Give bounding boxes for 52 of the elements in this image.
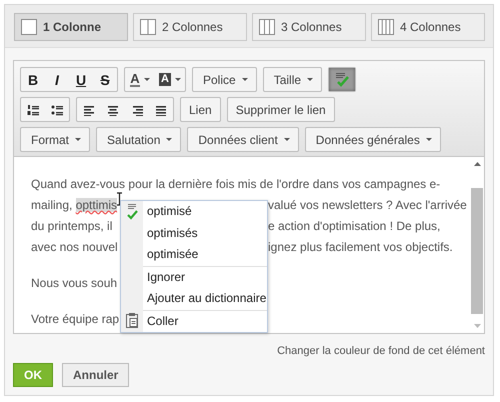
columns-icon — [21, 19, 37, 35]
text-color-button[interactable]: A — [125, 68, 155, 91]
ordered-list-icon — [27, 104, 39, 116]
text-line: e action d'optimisation ! De plus, — [268, 218, 442, 235]
menu-item[interactable]: Ajouter au dictionnaire — [143, 288, 267, 310]
justify-icon — [155, 104, 167, 116]
align-left-icon — [83, 104, 95, 116]
text-line: Votre équipe rap — [31, 312, 120, 326]
align-right-icon — [131, 104, 143, 116]
align-center-icon — [107, 104, 119, 116]
dropdown-button[interactable]: Données client — [188, 128, 298, 151]
menu-item[interactable]: optimisés — [143, 222, 267, 244]
dropdown-button[interactable]: Police — [193, 68, 256, 91]
layout-tab[interactable]: 2 Colonnes — [133, 13, 247, 41]
layout-tab[interactable]: 1 Colonne — [14, 13, 128, 41]
text-line: avec nos nouvel — [31, 240, 118, 254]
spellcheck-icon — [125, 203, 139, 221]
text-line: Nous vous souh — [31, 276, 118, 290]
text-line: ignez plus facilement vos objectifs. — [268, 239, 454, 256]
menu-item[interactable]: Ignorer — [143, 266, 267, 288]
dropdown-button[interactable]: Données générales — [306, 128, 440, 151]
toolbar-button[interactable]: Lien — [181, 98, 220, 121]
strike-button[interactable]: S — [93, 68, 117, 91]
scroll-thumb[interactable] — [471, 188, 483, 314]
columns-icon — [259, 19, 275, 35]
dropdown-button[interactable]: Salutation — [97, 128, 180, 151]
background-color-link[interactable]: Changer la couleur de fond de cet élément — [277, 345, 485, 357]
highlight-color-button[interactable]: A — [155, 68, 185, 91]
dropdown-button[interactable]: Taille — [264, 68, 322, 91]
italic-button[interactable]: I — [45, 68, 69, 91]
text-line: Quand avez-vous pour la dernière fois mis de l'ordre dans vos campagnes e- — [31, 177, 440, 191]
layout-tab[interactable]: 3 Colonnes — [252, 13, 366, 41]
text-cursor-icon — [116, 192, 123, 206]
menu-item[interactable]: Coller — [143, 310, 267, 332]
columns-icon — [140, 19, 156, 35]
dropdown-button[interactable]: Format — [21, 128, 90, 151]
columns-icon — [378, 19, 394, 35]
underline-button[interactable]: U — [69, 68, 93, 91]
bullet-list-icon — [51, 104, 63, 116]
bold-button[interactable]: B — [21, 68, 45, 91]
scroll-up-icon[interactable] — [474, 162, 480, 166]
menu-item[interactable]: optimisée — [143, 244, 267, 266]
cancel-button[interactable]: Annuler — [62, 363, 130, 387]
spellcheck-icon — [334, 72, 350, 88]
paste-icon — [125, 312, 139, 328]
text-line: mailing, — [31, 198, 74, 212]
toolbar-button[interactable]: Supprimer le lien — [228, 98, 334, 121]
text-line: valué vos newsletters ? Avec l'arrivée — [268, 197, 468, 214]
misspelled-word: opttimis — [76, 198, 118, 212]
menu-item[interactable]: optimisé — [143, 201, 267, 222]
layout-tab[interactable]: 4 Colonnes — [371, 13, 485, 41]
text-line: du printemps, il — [31, 219, 112, 233]
